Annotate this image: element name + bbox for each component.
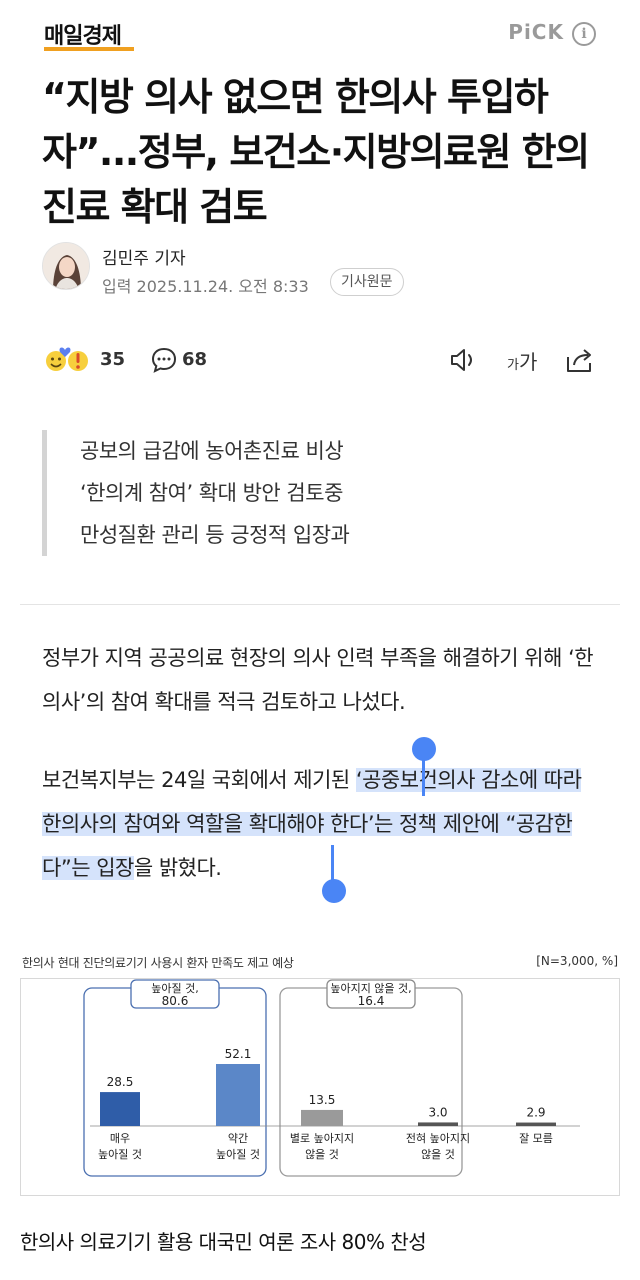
selection-start-handle[interactable] xyxy=(412,737,436,761)
font-size-button[interactable]: 가가 xyxy=(507,346,537,375)
selection-start-line xyxy=(422,756,425,796)
comment-count: 68 xyxy=(182,349,208,370)
author-name[interactable]: 김민주 기자 xyxy=(102,244,186,269)
top-bar: 매일경제 PiCK i xyxy=(0,0,640,64)
chart-group-value: 16.4 xyxy=(358,994,385,1008)
article-toolbar: 35 68 가가 xyxy=(44,340,604,380)
font-size-small-label: 가 xyxy=(507,358,519,373)
chart-category-label: 전혀 높아지지 xyxy=(406,1132,470,1145)
chart-category-label: 별로 높아지지 xyxy=(290,1132,354,1145)
summary-line: 만성질환 관리 등 긍정적 입장과 xyxy=(80,523,350,547)
pick-label: PiCK xyxy=(508,20,564,44)
chart-value-label: 2.9 xyxy=(526,1106,545,1120)
body-paragraph: 정부가 지역 공공의료 현장의 의사 인력 부족을 해결하기 위해 ‘한의사’의… xyxy=(42,646,594,714)
chart-category-label: 잘 모름 xyxy=(519,1132,553,1145)
body-paragraph[interactable]: 보건복지부는 24일 국회에서 제기된 ‘공중보건의사 감소에 따라 한의사의 … xyxy=(42,758,602,890)
body-text: 보건복지부는 24일 국회에서 제기된 xyxy=(42,768,356,792)
chart-bar xyxy=(100,1092,140,1126)
chart-bar xyxy=(516,1122,556,1126)
chart-value-label: 13.5 xyxy=(309,1093,336,1107)
share-icon[interactable] xyxy=(564,345,596,375)
reaction-count: 35 xyxy=(100,349,126,370)
brand-logo-underline xyxy=(44,47,134,51)
font-size-large-label: 가 xyxy=(518,350,538,374)
body-text: 을 밝혔다. xyxy=(133,856,222,880)
article-summary: 공보의 급감에 농어촌진료 비상 ‘한의계 참여’ 확대 방안 검토중 만성질환… xyxy=(42,430,602,556)
selection-end-line xyxy=(331,845,334,881)
chart-value-label: 52.1 xyxy=(225,1047,252,1061)
summary-line: 공보의 급감에 농어촌진료 비상 xyxy=(80,439,344,463)
chart-group-value: 80.6 xyxy=(162,994,189,1008)
chart-image: 높아질 것,80.6높아지지 않을 것,16.428.5매우높아질 것52.1약… xyxy=(83,979,580,1177)
chart-category-label: 약간 xyxy=(228,1131,248,1145)
section-divider xyxy=(20,604,620,605)
chart-category-label: 매우 xyxy=(110,1132,130,1145)
reaction-emoji-icon xyxy=(46,347,88,371)
chart-bar xyxy=(301,1109,343,1126)
article-title: “지방 의사 없으면 한의사 투입하자”...정부, 보건소·지방의료원 한의진… xyxy=(42,75,590,229)
chart-value-label: 28.5 xyxy=(107,1075,134,1089)
chart-category-label: 높아질 것 xyxy=(98,1148,142,1161)
original-article-button[interactable]: 기사원문 xyxy=(330,268,404,296)
chart-value-label: 3.0 xyxy=(428,1105,447,1119)
speaker-icon[interactable] xyxy=(448,346,480,374)
info-circle-icon[interactable]: i xyxy=(572,22,596,46)
chart-bar xyxy=(418,1122,458,1126)
summary-line: ‘한의계 참여’ 확대 방안 검토중 xyxy=(80,481,343,505)
image-caption: 한의사 의료기기 활용 대국민 여론 조사 80% 찬성 xyxy=(20,1230,427,1254)
selection-end-handle[interactable] xyxy=(322,879,346,903)
chart-category-label: 않을 것 xyxy=(305,1148,339,1161)
brand-logo[interactable]: 매일경제 xyxy=(44,18,122,50)
chart-category-label: 높아질 것 xyxy=(216,1148,260,1161)
comment-icon[interactable] xyxy=(150,346,178,374)
reaction-button[interactable] xyxy=(44,344,94,376)
author-avatar[interactable] xyxy=(42,242,90,290)
chart-bar xyxy=(216,1064,260,1126)
publish-date: 입력 2025.11.24. 오전 8:33 xyxy=(102,277,309,296)
chart-sample-note: [N=3,000, %] xyxy=(536,954,618,968)
chart-category-label: 않을 것 xyxy=(421,1148,455,1161)
chart-title: 한의사 현대 진단의료기기 사용시 환자 만족도 제고 예상 xyxy=(22,956,294,970)
